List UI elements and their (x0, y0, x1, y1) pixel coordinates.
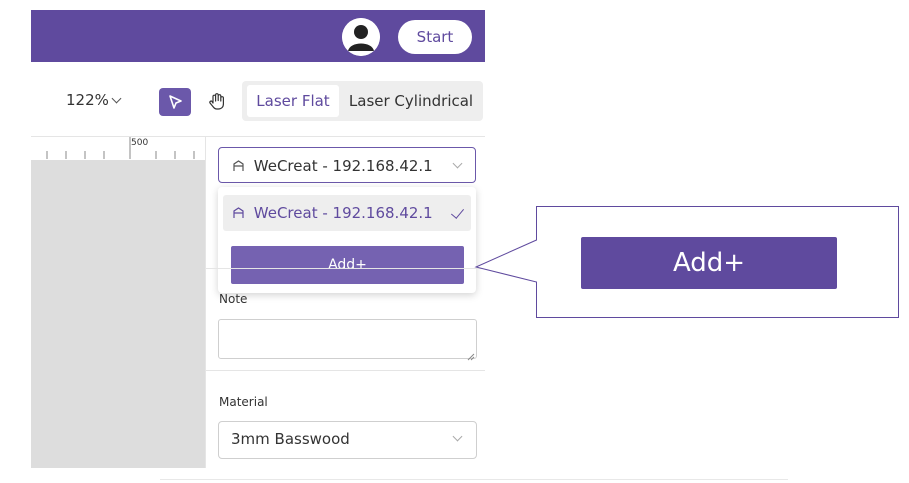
callout-add-label: Add+ (581, 237, 837, 289)
